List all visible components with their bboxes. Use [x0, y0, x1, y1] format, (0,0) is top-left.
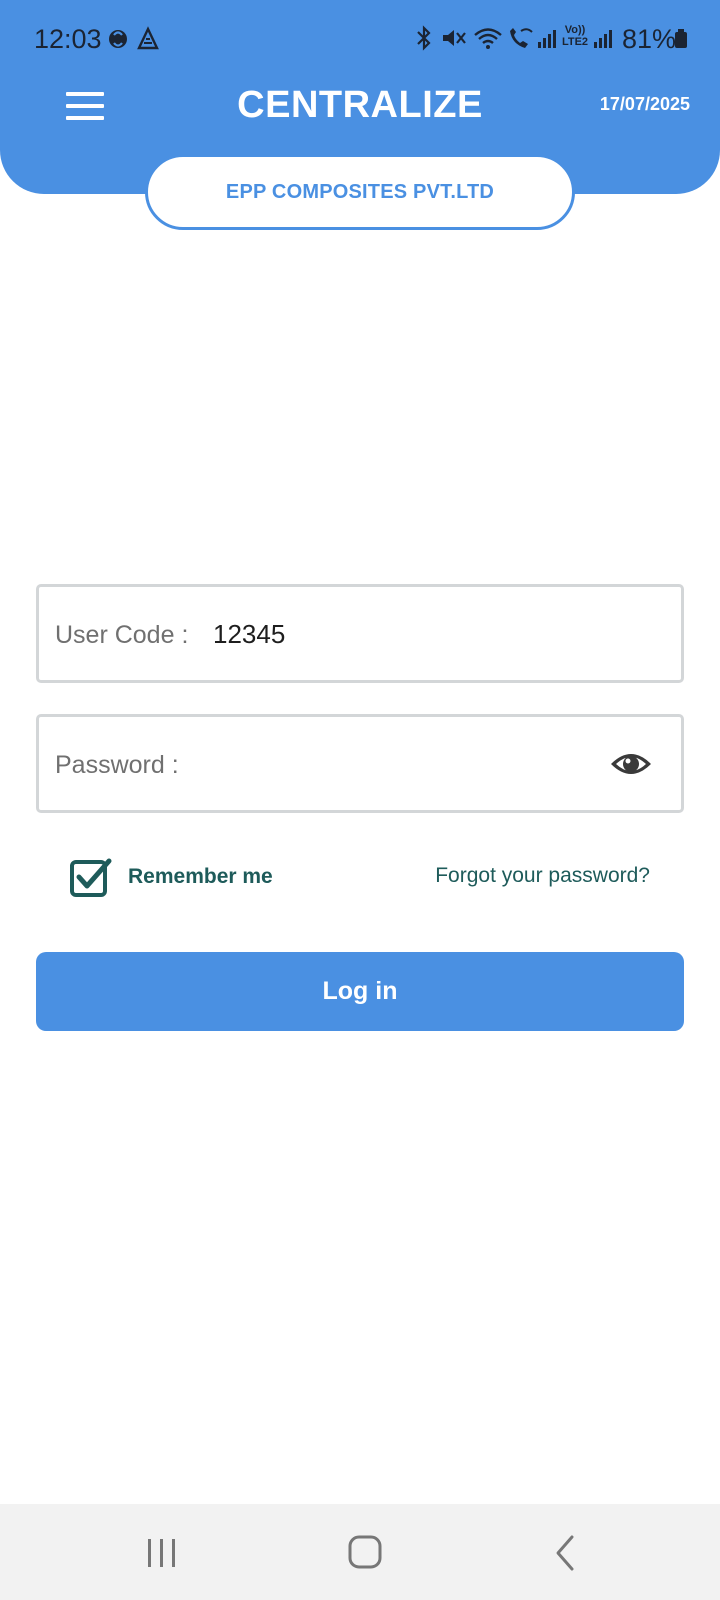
password-label: Password :	[55, 751, 179, 779]
login-button[interactable]: Log in	[36, 952, 684, 1031]
system-nav-bar	[0, 1504, 720, 1600]
user-code-field[interactable]: User Code : 12345	[36, 584, 684, 683]
battery-percent: 81%	[622, 24, 677, 54]
back-icon[interactable]	[536, 1532, 596, 1574]
password-field[interactable]: Password :	[36, 714, 684, 813]
signal-icon	[594, 30, 612, 48]
remember-me-label: Remember me	[128, 865, 273, 888]
bluetooth-icon	[417, 25, 431, 51]
home-icon[interactable]	[334, 1532, 394, 1574]
forgot-password-link[interactable]: Forgot your password?	[435, 864, 650, 888]
wifi-calling-icon	[510, 28, 533, 48]
login-screen: 12:03 Vo)) LTE2 81% CENTRALIZE 17/07/202…	[0, 0, 720, 1600]
user-code-input[interactable]: 12345	[213, 619, 285, 650]
status-bar: 12:03 Vo)) LTE2 81%	[0, 0, 720, 80]
volte-icon: Vo)) LTE2	[560, 24, 590, 48]
sync-icon	[109, 30, 127, 48]
checkbox-checked-icon	[70, 858, 112, 897]
a-logo-icon	[137, 26, 159, 50]
volte-label: Vo))	[564, 24, 586, 36]
status-time: 12:03	[34, 24, 102, 54]
mute-icon	[443, 30, 466, 46]
header-date: 17/07/2025	[599, 94, 690, 114]
battery-icon	[675, 29, 687, 48]
company-name-badge: EPP COMPOSITES PVT.LTD	[145, 154, 575, 230]
lte-label: LTE2	[561, 36, 589, 48]
user-code-label: User Code :	[55, 621, 189, 649]
signal-icon	[538, 30, 556, 48]
wifi-icon	[474, 28, 502, 49]
eye-icon[interactable]	[609, 747, 653, 781]
recent-apps-icon[interactable]	[132, 1532, 192, 1574]
